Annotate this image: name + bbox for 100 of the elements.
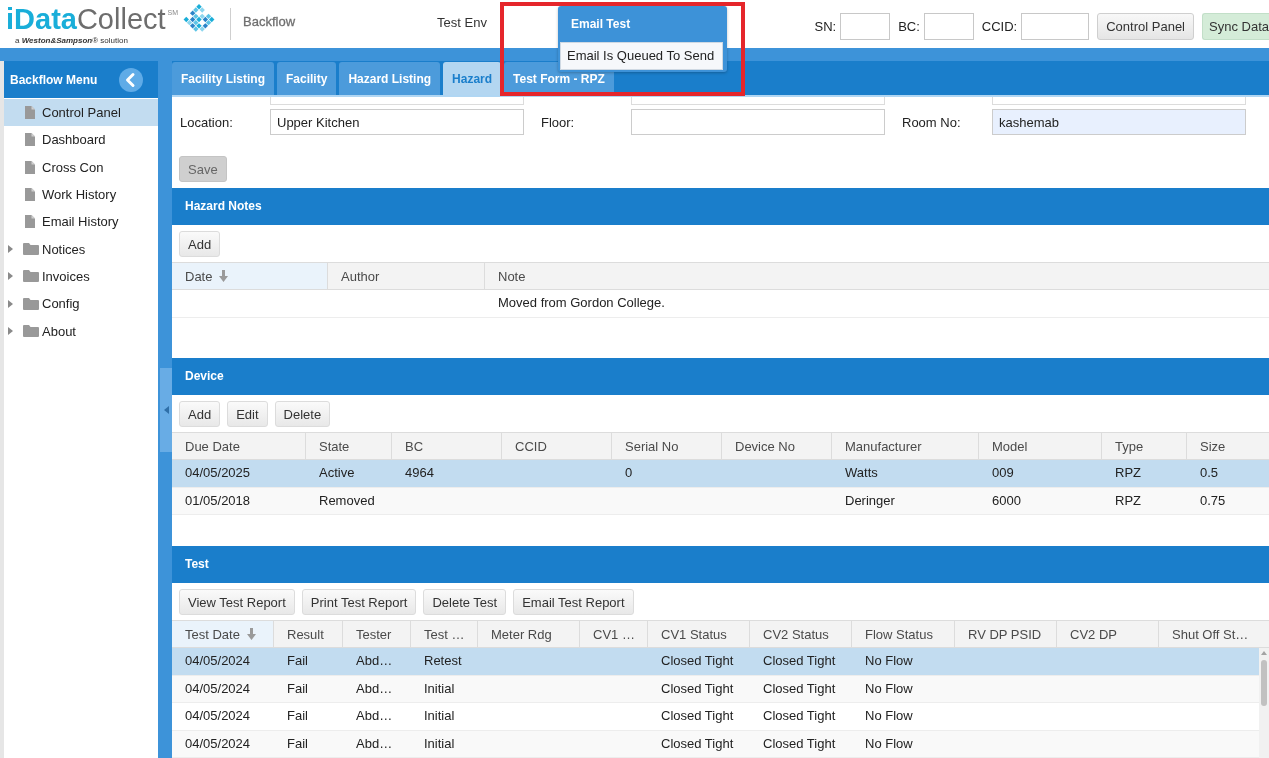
input-field[interactable] xyxy=(992,97,1246,105)
table-cell-text: 04/05/2025 xyxy=(184,464,252,482)
column-header[interactable]: Meter Rdg xyxy=(478,620,580,648)
column-header[interactable]: Result xyxy=(274,620,343,648)
column-header[interactable]: Size xyxy=(1187,432,1269,460)
table-cell-text: RPZ xyxy=(1114,464,1142,482)
table-cell-text: No Flow xyxy=(864,652,914,670)
toolbar-button[interactable]: Print Test Report xyxy=(301,589,417,615)
column-header[interactable]: Manufacturer xyxy=(832,432,979,460)
column-header[interactable]: CV2 Status xyxy=(750,620,852,648)
sidebar-item[interactable]: Config xyxy=(4,290,158,318)
column-header[interactable]: CCID xyxy=(502,432,612,460)
table-row[interactable]: 04/05/2024 Fail Abd… Initial Closed Tight Closed Tight No Flow xyxy=(172,730,1259,758)
table-cell-text: Closed Tight xyxy=(660,707,735,725)
column-header[interactable]: Device No xyxy=(722,432,832,460)
column-header[interactable]: Author xyxy=(328,262,485,290)
sidebar-item[interactable]: About xyxy=(4,317,158,345)
column-header[interactable]: State xyxy=(306,432,392,460)
caret-right-icon[interactable] xyxy=(8,245,13,254)
table-cell-text: 6000 xyxy=(991,491,1022,510)
input-field[interactable] xyxy=(840,13,891,40)
toolbar-button[interactable]: Add xyxy=(179,401,221,427)
column-header[interactable]: Due Date xyxy=(172,432,306,460)
column-header[interactable]: RV DP PSID xyxy=(955,620,1057,648)
column-header[interactable]: Date xyxy=(172,262,328,290)
toolbar-button[interactable]: View Test Report xyxy=(179,589,295,615)
input-field[interactable] xyxy=(631,97,885,105)
column-header[interactable]: CV1 … xyxy=(580,620,648,648)
field-label: BC: xyxy=(898,19,920,34)
table-cell-text: No Flow xyxy=(864,679,914,698)
table-row[interactable]: 04/05/2024 Fail Abd… Retest Closed Tight Closed Tight No Flow xyxy=(172,648,1259,676)
folder-icon xyxy=(23,243,39,256)
input-field[interactable] xyxy=(923,13,974,40)
table-cell-text: Abd… xyxy=(355,652,394,670)
field-label: Room No: xyxy=(902,114,962,130)
table-cell-text: 01/05/2018 xyxy=(184,491,252,510)
caret-right-icon[interactable] xyxy=(8,299,13,308)
sidebar-item[interactable]: Email History xyxy=(4,208,158,236)
table-cell-text: Closed Tight xyxy=(762,652,837,670)
section-header: Hazard Notes xyxy=(172,188,1269,225)
input-field[interactable] xyxy=(1021,13,1090,40)
section-header: Device xyxy=(172,358,1269,395)
input-field[interactable]: kashemab xyxy=(992,109,1246,135)
table-cell-text: Closed Tight xyxy=(660,734,735,753)
app-name: Backflow xyxy=(243,14,296,30)
sidebar-item[interactable]: Invoices xyxy=(4,262,158,291)
toolbar-button[interactable]: Delete xyxy=(274,401,331,427)
table-row[interactable]: 01/05/2018 Removed Deringer 6000 RPZ 0.75 xyxy=(172,487,1269,515)
table-row[interactable]: 04/05/2025 Active 4964 0 Watts 009 RPZ 0.5 xyxy=(172,460,1269,488)
table-cell-text: Closed Tight xyxy=(762,707,837,725)
caret-right-icon[interactable] xyxy=(8,327,13,335)
chevron-left-icon[interactable] xyxy=(119,67,143,92)
column-header[interactable]: Model xyxy=(979,432,1102,460)
column-header[interactable]: Tester xyxy=(343,620,411,648)
table-cell-text: 4964 xyxy=(404,464,435,482)
page-icon xyxy=(25,106,35,120)
column-header[interactable]: Test … xyxy=(411,620,478,648)
arrow-down-icon xyxy=(219,270,229,282)
column-header[interactable]: Serial No xyxy=(612,432,722,460)
toolbar-button[interactable]: Add xyxy=(179,231,221,257)
column-header[interactable]: CV1 Status xyxy=(648,620,750,648)
sidebar-item[interactable]: Notices xyxy=(4,235,158,263)
folder-icon xyxy=(23,270,39,283)
collapse-handle[interactable] xyxy=(160,368,172,452)
table-cell-text: Fail xyxy=(286,652,309,670)
page-icon xyxy=(25,160,35,174)
column-header[interactable]: Shut Off St… xyxy=(1159,620,1269,648)
arrow-down-icon xyxy=(246,628,256,640)
sidebar-item[interactable]: Cross Con xyxy=(4,153,158,181)
table-cell-text: Abd… xyxy=(355,707,394,725)
column-header[interactable]: Test Date xyxy=(172,620,274,648)
sidebar-item[interactable]: Control Panel xyxy=(4,99,158,127)
folder-icon xyxy=(23,297,39,310)
input-field[interactable] xyxy=(270,97,524,105)
popup-title: Email Test xyxy=(570,16,632,33)
column-header[interactable]: Type xyxy=(1102,432,1187,460)
header-button[interactable]: Sync Data xyxy=(1202,13,1269,40)
table-cell-text: No Flow xyxy=(864,707,914,725)
toolbar-button[interactable]: Delete Test xyxy=(423,589,507,615)
column-header[interactable]: BC xyxy=(392,432,502,460)
caret-right-icon[interactable] xyxy=(8,272,13,281)
table-cell-text: No Flow xyxy=(864,734,914,753)
column-header[interactable]: CV2 DP xyxy=(1057,620,1159,648)
table-cell-text: Closed Tight xyxy=(762,734,837,753)
sidebar-title: Backflow Menu xyxy=(10,72,98,87)
input-field[interactable]: Upper Kitchen xyxy=(270,109,524,135)
scrollbar[interactable] xyxy=(1259,648,1269,758)
table-row[interactable]: 04/05/2024 Fail Abd… Initial Closed Tight Closed Tight No Flow xyxy=(172,675,1259,703)
toolbar-button[interactable]: Email Test Report xyxy=(513,589,634,615)
input-field[interactable] xyxy=(631,109,885,135)
header-button[interactable]: Control Panel xyxy=(1097,13,1194,40)
column-header[interactable]: Flow Status xyxy=(852,620,955,648)
page-icon xyxy=(25,133,35,147)
logo-tagline: a Weston&Sampson® solution xyxy=(15,36,129,45)
toolbar-button[interactable]: Edit xyxy=(227,401,268,427)
table-cell-text: 009 xyxy=(991,464,1015,482)
sidebar-item[interactable]: Dashboard xyxy=(4,126,158,154)
sidebar-item[interactable]: Work History xyxy=(4,180,158,209)
column-header[interactable]: Note xyxy=(485,262,1269,290)
table-cell-text: 04/05/2024 xyxy=(184,652,252,670)
